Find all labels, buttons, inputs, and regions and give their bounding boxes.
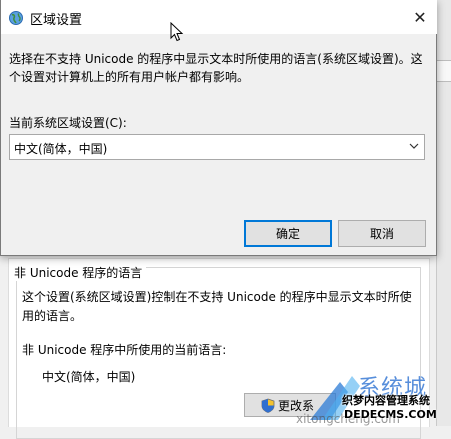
cancel-button[interactable]: 取消 [338,220,426,247]
dialog-title: 区域设置 [30,13,83,28]
dialog-titlebar[interactable]: 区域设置 ✕ [1,0,437,34]
non-unicode-group-title: 非 Unicode 程序的语言 [10,264,147,281]
non-unicode-description-line2: 用的语言。 [22,309,83,323]
dialog-description: 选择在不支持 Unicode 的程序中显示文本时所使用的语言(系统区域设置)。这… [9,50,429,86]
cancel-button-label: 取消 [369,227,394,241]
uac-shield-icon [261,398,275,413]
watermark-small-text: 织梦内容管理系统 [342,394,430,407]
mouse-pointer-icon [170,22,184,42]
non-unicode-description-line1: 这个设置(系统区域设置)控制在不支持 Unicode 的程序中显示文本时所使 [22,290,412,304]
dialog-description-line2: 个设置对计算机上的所有用户帐户都有影响。 [9,70,250,84]
ok-button[interactable]: 确定 [244,220,332,247]
close-button[interactable]: ✕ [407,6,433,28]
system-locale-dropdown[interactable]: 中文(简体，中国) [9,134,425,160]
ok-button-label: 确定 [275,227,300,241]
globe-region-icon [9,11,23,25]
chevron-down-icon [409,143,419,149]
system-locale-label: 当前系统区域设置(C): [9,116,127,130]
parent-tab-edge [436,60,451,82]
close-icon: ✕ [413,7,427,27]
region-settings-dialog: 区域设置 ✕ 选择在不支持 Unicode 的程序中显示文本时所使用的语言(系统… [0,0,437,256]
system-locale-value: 中文(简体，中国) [14,142,108,156]
watermark-domain-text: DEDECMS.COM [344,408,437,421]
dialog-description-line1: 选择在不支持 Unicode 的程序中显示文本时所使用的语言(系统区域设置)。这 [9,52,423,66]
current-language-value: 中文(简体，中国) [42,370,136,384]
current-language-label: 非 Unicode 程序中所使用的当前语言: [22,343,227,357]
